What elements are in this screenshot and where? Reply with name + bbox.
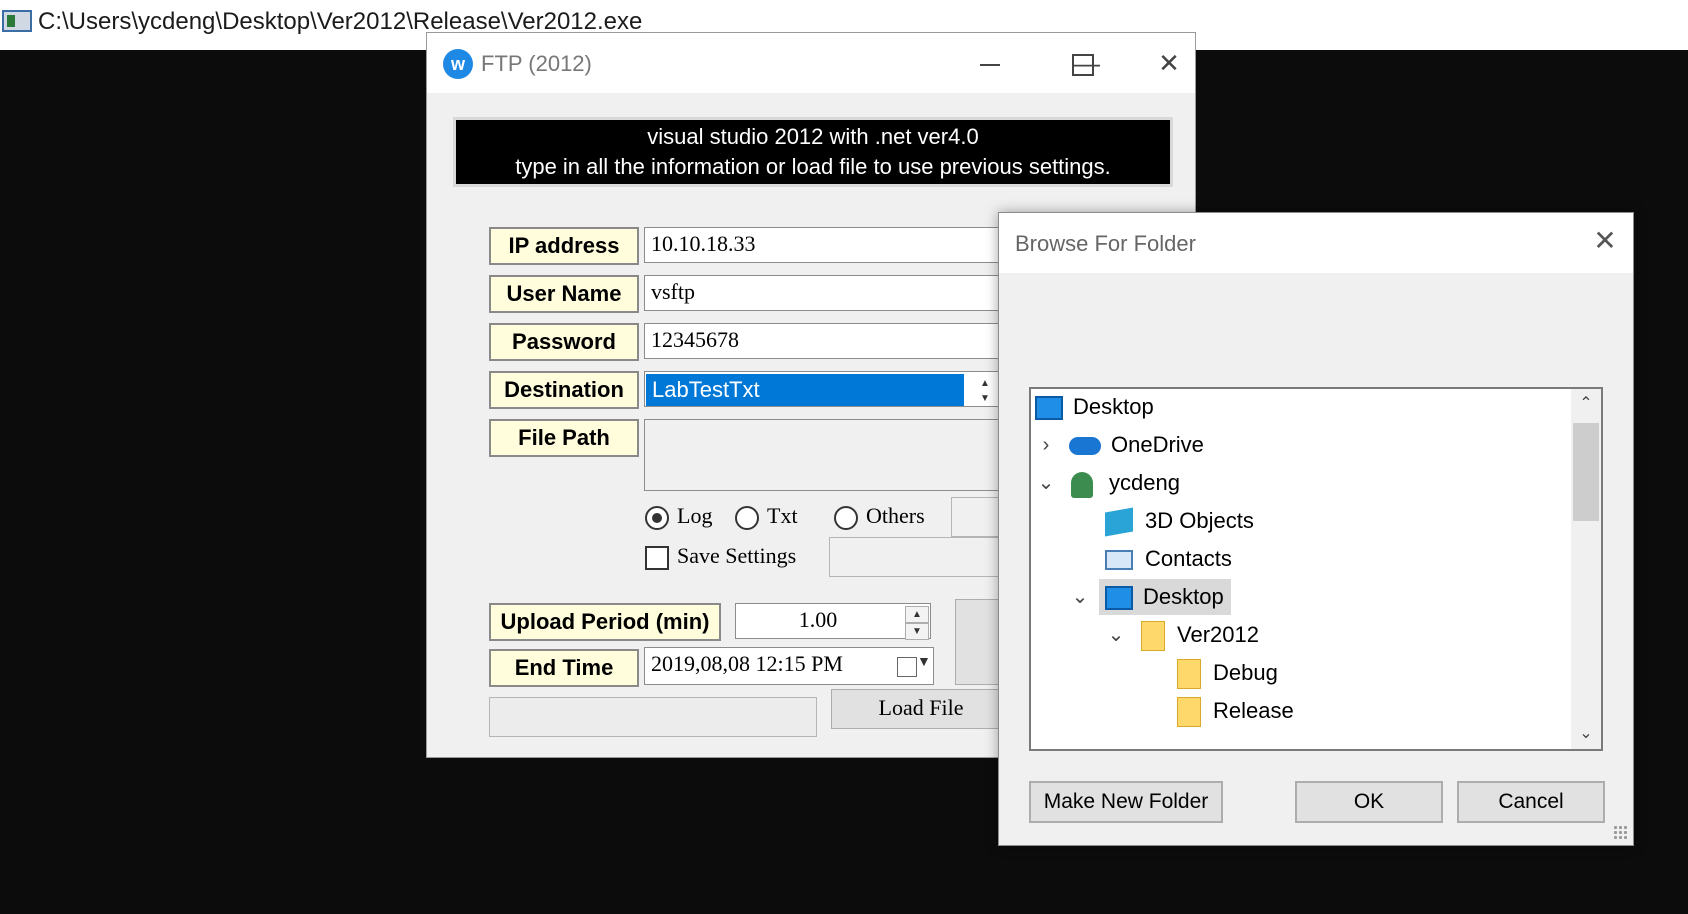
status-field xyxy=(489,697,817,737)
tree-item-label: Desktop xyxy=(1073,394,1154,419)
maximize-button[interactable] xyxy=(1063,43,1103,83)
txt-radio-label: Txt xyxy=(767,503,798,528)
browse-folder-dialog: Browse For Folder ✕ Desktop › OneDrive ⌄… xyxy=(998,212,1634,846)
scrollbar-thumb[interactable] xyxy=(1573,423,1599,521)
end-time-picker[interactable]: 2019,08,08 12:15 PM xyxy=(644,647,934,685)
tree-item-contacts[interactable]: Contacts xyxy=(1031,541,1571,577)
destination-scroll-down-icon[interactable]: ▼ xyxy=(973,391,997,408)
others-radio[interactable] xyxy=(834,506,858,530)
ok-button[interactable]: OK xyxy=(1295,781,1443,823)
ftp-window-title: FTP (2012) xyxy=(481,51,592,76)
resize-grip-icon[interactable] xyxy=(1613,825,1627,839)
tree-item-label: Desktop xyxy=(1143,584,1224,609)
chevron-down-icon[interactable]: ⌄ xyxy=(1071,579,1089,615)
save-settings-label: Save Settings xyxy=(677,543,797,568)
tree-item-label: 3D Objects xyxy=(1145,508,1254,533)
cube-icon xyxy=(1105,507,1133,537)
log-radio-label: Log xyxy=(677,503,713,528)
tree-item-ycdeng[interactable]: ⌄ ycdeng xyxy=(1031,465,1571,501)
tree-item-label: Release xyxy=(1213,698,1294,723)
desktop-icon xyxy=(1105,586,1133,610)
tree-item-debug[interactable]: Debug xyxy=(1031,655,1571,691)
chevron-down-icon[interactable]: ⌄ xyxy=(1037,465,1055,501)
upload-period-down-icon[interactable]: ▼ xyxy=(905,623,929,640)
chevron-down-icon[interactable]: ⌄ xyxy=(1107,617,1125,653)
upload-period-input[interactable]: 1.00 xyxy=(735,603,931,639)
make-new-folder-button[interactable]: Make New Folder xyxy=(1029,781,1223,823)
scroll-up-icon[interactable]: ⌃ xyxy=(1571,389,1601,419)
tree-item-desktop-root[interactable]: Desktop xyxy=(1031,389,1571,425)
upload-period-up-icon[interactable]: ▲ xyxy=(905,606,929,623)
calendar-icon[interactable] xyxy=(897,657,917,677)
banner-line-1: visual studio 2012 with .net ver4.0 xyxy=(647,124,979,149)
chevron-down-icon[interactable]: ▼ xyxy=(917,653,931,669)
password-label: Password xyxy=(489,323,639,361)
folder-icon xyxy=(1177,659,1201,689)
scroll-down-icon[interactable]: ⌄ xyxy=(1571,719,1601,749)
console-app-icon xyxy=(2,10,32,32)
destination-label: Destination xyxy=(489,371,639,409)
ip-address-input[interactable]: 10.10.18.33 xyxy=(644,227,1004,263)
settings-name-field[interactable] xyxy=(829,537,1009,577)
tree-item-label: OneDrive xyxy=(1111,432,1204,457)
minimize-icon[interactable] xyxy=(970,43,1010,83)
cancel-button[interactable]: Cancel xyxy=(1457,781,1605,823)
tree-item-3d-objects[interactable]: 3D Objects xyxy=(1031,503,1571,539)
tree-scrollbar[interactable]: ⌃ ⌄ xyxy=(1571,389,1601,749)
destination-selected-item[interactable]: LabTestTxt xyxy=(646,374,964,406)
tree-item-label: Debug xyxy=(1213,660,1278,685)
txt-radio[interactable] xyxy=(735,506,759,530)
browse-dialog-title: Browse For Folder xyxy=(1015,231,1196,256)
tree-item-desktop[interactable]: ⌄ Desktop xyxy=(1031,579,1571,615)
contact-card-icon xyxy=(1105,550,1133,570)
tree-item-ver2012[interactable]: ⌄ Ver2012 xyxy=(1031,617,1571,653)
ip-address-label: IP address xyxy=(489,227,639,265)
log-radio[interactable] xyxy=(645,506,669,530)
tree-item-onedrive[interactable]: › OneDrive xyxy=(1031,427,1571,463)
file-path-field[interactable] xyxy=(644,419,1004,491)
desktop-icon xyxy=(1035,396,1063,420)
load-file-button[interactable]: Load File xyxy=(831,689,1011,729)
tree-item-release[interactable]: Release xyxy=(1031,693,1571,729)
tree-item-label: ycdeng xyxy=(1109,470,1180,495)
info-banner: visual studio 2012 with .net ver4.0 type… xyxy=(453,117,1173,187)
chevron-right-icon[interactable]: › xyxy=(1037,427,1055,463)
browse-titlebar: Browse For Folder ✕ xyxy=(999,213,1633,273)
folder-icon xyxy=(1177,697,1201,727)
app-logo-icon: w xyxy=(443,49,473,79)
close-icon[interactable]: ✕ xyxy=(1585,221,1625,261)
close-button[interactable]: ✕ xyxy=(1149,43,1189,83)
banner-line-2: type in all the information or load file… xyxy=(515,154,1111,179)
tree-item-label: Contacts xyxy=(1145,546,1232,571)
folder-tree[interactable]: Desktop › OneDrive ⌄ ycdeng 3D Objects C… xyxy=(1029,387,1603,751)
password-input[interactable]: 12345678 xyxy=(644,323,1004,359)
save-settings-checkbox[interactable] xyxy=(645,546,669,570)
tree-item-label: Ver2012 xyxy=(1177,622,1259,647)
user-icon xyxy=(1071,472,1093,498)
upload-period-label: Upload Period (min) xyxy=(489,603,721,641)
end-time-label: End Time xyxy=(489,649,639,687)
others-radio-label: Others xyxy=(866,503,925,528)
user-name-label: User Name xyxy=(489,275,639,313)
folder-icon xyxy=(1141,621,1165,651)
cloud-icon xyxy=(1069,437,1101,455)
ftp-titlebar: w FTP (2012) — ✕ xyxy=(427,33,1195,93)
user-name-input[interactable]: vsftp xyxy=(644,275,1004,311)
file-path-label: File Path xyxy=(489,419,639,457)
